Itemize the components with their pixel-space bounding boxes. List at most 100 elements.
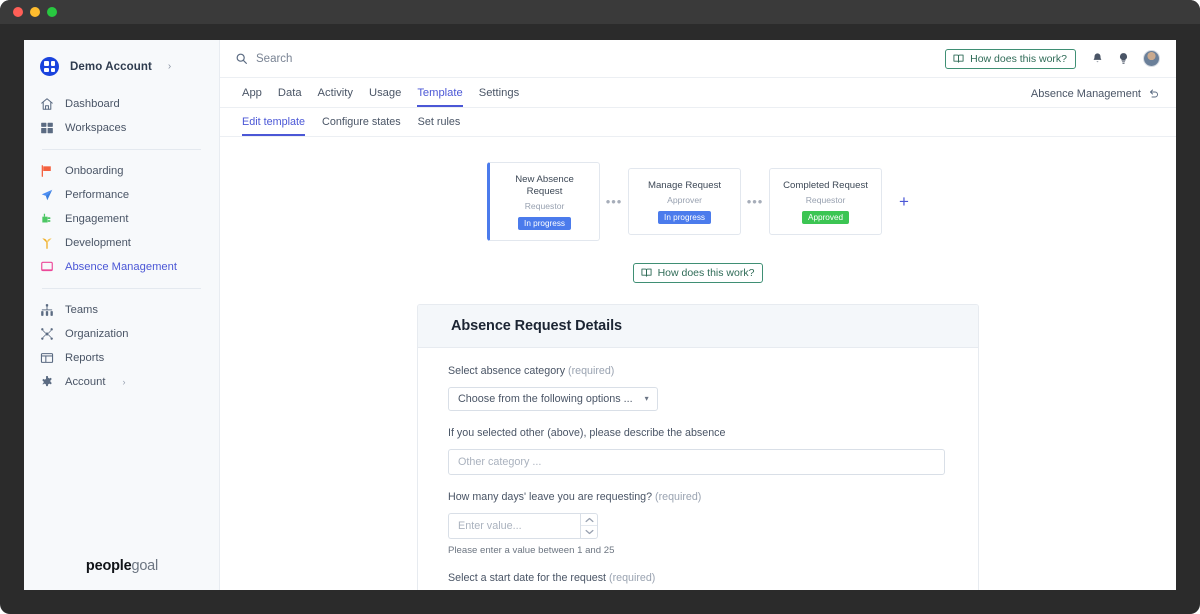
- brand-light: goal: [131, 558, 159, 574]
- sidebar-item-reports[interactable]: Reports: [24, 346, 219, 370]
- sidebar-item-label: Workspaces: [65, 122, 127, 134]
- state-connector: •••: [605, 193, 623, 209]
- sidebar-item-label: Dashboard: [65, 98, 120, 110]
- sidebar-group-main: Dashboard Workspaces: [24, 92, 219, 140]
- how-does-this-work-button-canvas[interactable]: How does this work?: [632, 262, 764, 283]
- lightbulb-icon[interactable]: [1117, 52, 1130, 65]
- quantity-stepper[interactable]: [580, 512, 598, 539]
- main-content: How does this work?: [220, 40, 1176, 590]
- book-icon: [953, 53, 964, 64]
- required-tag: (required): [609, 571, 656, 584]
- tab-activity[interactable]: Activity: [318, 87, 353, 107]
- template-canvas: New Absence Request Requestor In progres…: [220, 137, 1176, 590]
- absence-category-select[interactable]: Choose from the following options ... ▾: [448, 386, 658, 411]
- search-input[interactable]: [256, 52, 536, 65]
- sidebar-item-engagement[interactable]: Engagement: [24, 207, 219, 231]
- top-bar: How does this work?: [220, 40, 1176, 78]
- reports-icon: [40, 351, 54, 365]
- field-label-text: If you selected other (above), please de…: [448, 426, 726, 439]
- status-badge: In progress: [658, 210, 712, 224]
- help-button-label: How does this work?: [970, 52, 1067, 65]
- sidebar-item-onboarding[interactable]: Onboarding: [24, 159, 219, 183]
- tab-bar: App Data Activity Usage Template Setting…: [220, 78, 1176, 108]
- sidebar-item-workspaces[interactable]: Workspaces: [24, 116, 219, 140]
- top-icon-group: [1091, 50, 1160, 67]
- sidebar-item-label: Engagement: [65, 213, 129, 225]
- chevron-down-icon: ▾: [644, 394, 649, 404]
- undo-arrow-icon[interactable]: [1148, 88, 1160, 100]
- state-title: Manage Request: [647, 179, 722, 191]
- page-title: Absence Request Details: [451, 317, 622, 334]
- window-titlebar: [0, 0, 1200, 24]
- sidebar-item-label: Onboarding: [65, 165, 124, 177]
- tab-template[interactable]: Template: [417, 87, 463, 107]
- sidebar-item-label: Development: [65, 237, 131, 249]
- subtab-set-rules[interactable]: Set rules: [418, 116, 461, 136]
- state-title: New Absence Request: [515, 174, 574, 197]
- sidebar-item-label: Teams: [65, 304, 98, 316]
- help-button-label: How does this work?: [657, 266, 755, 279]
- search-area: [235, 52, 945, 65]
- window-maximize-button[interactable]: [47, 7, 57, 17]
- sidebar: Demo Account › Dashboard Workspaces Onbo…: [24, 40, 220, 590]
- field-label-text: Select absence category: [448, 364, 566, 377]
- chevron-right-icon: ›: [122, 377, 126, 387]
- sidebar-item-absence-management[interactable]: Absence Management: [24, 255, 219, 279]
- home-icon: [40, 97, 54, 111]
- sidebar-item-dashboard[interactable]: Dashboard: [24, 92, 219, 116]
- window-close-button[interactable]: [13, 7, 23, 17]
- stepper-down-icon[interactable]: [581, 526, 597, 538]
- tab-settings[interactable]: Settings: [479, 87, 519, 107]
- days-number-field: [448, 512, 598, 539]
- required-tag: (required): [655, 490, 702, 503]
- state-card-completed-request[interactable]: Completed Request Requestor Approved: [769, 167, 883, 235]
- book-icon: [641, 267, 652, 278]
- tab-app[interactable]: App: [242, 87, 262, 107]
- sidebar-divider-2: [42, 288, 201, 289]
- flag-icon: [40, 164, 54, 178]
- grid-logo-icon: [40, 57, 59, 76]
- tab-usage[interactable]: Usage: [369, 87, 401, 107]
- sidebar-item-organization[interactable]: Organization: [24, 322, 219, 346]
- state-role: Requestor: [805, 194, 846, 205]
- brand-bold: people: [85, 558, 132, 574]
- paper-plane-icon: [40, 188, 54, 202]
- how-does-this-work-button-top[interactable]: How does this work?: [945, 48, 1076, 69]
- sidebar-item-performance[interactable]: Performance: [24, 183, 219, 207]
- subtab-edit-template[interactable]: Edit template: [242, 116, 306, 136]
- organization-icon: [40, 327, 54, 341]
- how-does-this-work-row: How does this work?: [220, 262, 1176, 283]
- stepper-up-icon[interactable]: [581, 514, 597, 527]
- absence-request-form-card: Absence Request Details Select absence c…: [417, 303, 979, 590]
- sidebar-item-label: Performance: [65, 189, 130, 201]
- field-label: Select a start date for the request (req…: [448, 572, 945, 584]
- form-card-body: Select absence category (required) Choos…: [418, 348, 978, 590]
- state-card-manage-request[interactable]: Manage Request Approver In progress: [628, 167, 742, 235]
- state-card-new-absence-request[interactable]: New Absence Request Requestor In progres…: [487, 162, 601, 241]
- days-hint: Please enter a value between 1 and 25: [448, 544, 615, 556]
- sidebar-item-account[interactable]: Account ›: [24, 370, 219, 394]
- form-card-header: Absence Request Details: [418, 304, 978, 348]
- subtab-configure-states[interactable]: Configure states: [322, 116, 401, 136]
- state-role: Approver: [667, 194, 702, 205]
- sidebar-item-development[interactable]: Development: [24, 231, 219, 255]
- other-category-input[interactable]: [448, 448, 945, 475]
- avatar[interactable]: [1143, 50, 1160, 67]
- account-switcher[interactable]: Demo Account ›: [24, 40, 219, 76]
- select-value: Choose from the following options ...: [458, 392, 633, 405]
- sidebar-item-label: Absence Management: [65, 261, 177, 273]
- current-app-label[interactable]: Absence Management: [1031, 88, 1160, 107]
- bell-icon[interactable]: [1091, 52, 1104, 65]
- chevron-right-icon: ›: [167, 61, 172, 72]
- sidebar-group-admin: Teams Organization Reports Account ›: [24, 298, 219, 394]
- tab-data[interactable]: Data: [278, 87, 302, 107]
- add-state-button[interactable]: +: [899, 193, 909, 210]
- sidebar-group-apps: Onboarding Performance Engagement Develo…: [24, 159, 219, 279]
- days-input[interactable]: [448, 512, 580, 539]
- gear-icon: [40, 375, 54, 389]
- current-app-name: Absence Management: [1030, 88, 1141, 100]
- sub-tab-bar: Edit template Configure states Set rules: [220, 108, 1176, 137]
- window-minimize-button[interactable]: [30, 7, 40, 17]
- sidebar-item-teams[interactable]: Teams: [24, 298, 219, 322]
- field-label: If you selected other (above), please de…: [448, 427, 945, 439]
